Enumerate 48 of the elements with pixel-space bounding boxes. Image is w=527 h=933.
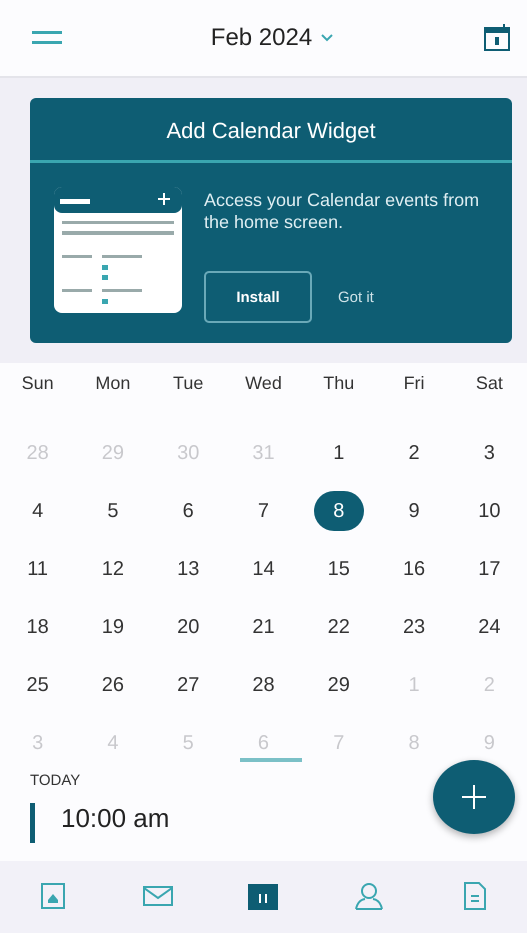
day-cell[interactable]: 4 (12, 491, 63, 531)
weekday-label: Wed (244, 373, 283, 394)
day-cell[interactable]: 14 (238, 549, 288, 589)
dismiss-button[interactable]: Got it (332, 288, 380, 306)
day-cell[interactable]: 6 (163, 491, 214, 531)
weekday-label: Sat (474, 373, 504, 394)
day-cell[interactable]: 23 (389, 607, 440, 647)
day-cell[interactable]: 29 (314, 665, 364, 705)
day-cell[interactable]: 25 (12, 665, 63, 705)
day-cell[interactable]: 5 (88, 491, 138, 531)
card-description: Access your Calendar events from the home screen. (204, 189, 480, 233)
install-button[interactable]: Install (204, 271, 312, 323)
weekday-label: Tue (172, 373, 204, 394)
weekday-label: Fri (402, 373, 426, 394)
day-cell[interactable]: 20 (163, 607, 214, 647)
day-cell[interactable]: 18 (12, 607, 63, 647)
day-cell[interactable]: 15 (314, 549, 364, 589)
drag-handle[interactable] (240, 758, 302, 762)
add-button[interactable] (433, 760, 515, 834)
day-cell[interactable]: 3 (464, 433, 514, 473)
day-cell[interactable]: 28 (238, 665, 288, 705)
day-cell[interactable]: 27 (163, 665, 214, 705)
day-cell[interactable]: 17 (464, 549, 514, 589)
day-cell[interactable]: 22 (314, 607, 364, 647)
calendar-today-icon[interactable] (482, 23, 511, 53)
section-label: TODAY (30, 772, 82, 789)
weekday-label: Thu (322, 373, 356, 394)
day-cell[interactable]: 13 (163, 549, 214, 589)
day-cell[interactable]: 26 (88, 665, 138, 705)
day-cell[interactable]: 10 (464, 491, 514, 531)
weekday-label: Mon (94, 373, 132, 394)
card-title: Add Calendar Widget (30, 98, 512, 163)
chevron-icon (320, 33, 334, 43)
day-cell[interactable]: 21 (238, 607, 288, 647)
day-cell[interactable]: 19 (88, 607, 138, 647)
month-selector[interactable]: Feb 2024 (210, 24, 334, 52)
weekday-label: Sun (20, 373, 55, 394)
day-cell[interactable]: 24 (464, 607, 514, 647)
event-time: 10:00 am (61, 803, 170, 833)
plus-icon (461, 784, 487, 810)
day-cell[interactable]: 2 (389, 433, 440, 473)
day-cell[interactable]: 11 (12, 549, 63, 589)
day-cell[interactable]: 9 (389, 491, 440, 531)
day-cell[interactable]: 16 (389, 549, 440, 589)
day-cell[interactable]: 12 (88, 549, 138, 589)
day-cell[interactable]: 1 (314, 433, 364, 473)
day-cell[interactable]: 8 (314, 491, 364, 531)
day-cell[interactable]: 7 (238, 491, 288, 531)
